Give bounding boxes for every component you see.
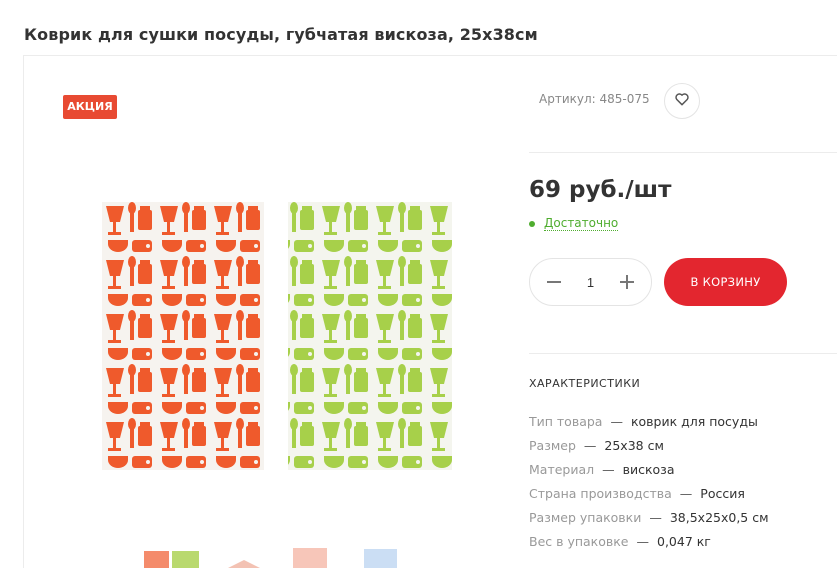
spec-label: Вес в упаковке <box>529 534 629 549</box>
spec-label: Страна производства <box>529 486 672 501</box>
heart-icon <box>674 91 690 111</box>
thumbnail-2[interactable] <box>228 560 260 568</box>
divider-top <box>529 152 837 153</box>
spec-dash: — <box>679 486 693 501</box>
spec-value: 25х38 см <box>604 438 664 453</box>
price: 69 руб./шт <box>529 177 672 203</box>
spec-row: Размер — 25х38 см <box>529 438 829 462</box>
add-to-cart-button[interactable]: В КОРЗИНУ <box>664 258 787 306</box>
page-title: Коврик для сушки посуды, губчатая вискоз… <box>24 25 538 44</box>
spec-label: Размер упаковки <box>529 510 642 525</box>
minus-icon[interactable] <box>547 275 561 289</box>
spec-value: коврик для посуды <box>630 414 758 429</box>
spec-value: 0,047 кг <box>657 534 711 549</box>
quantity-input[interactable] <box>578 274 603 290</box>
stock-link[interactable]: Достаточно <box>544 217 619 231</box>
spec-label: Тип товара <box>529 414 603 429</box>
spec-label: Материал <box>529 462 595 477</box>
product-photo <box>102 202 452 470</box>
thumbnail-strip <box>140 548 410 568</box>
spec-row: Размер упаковки — 38,5х25х0,5 см <box>529 510 829 534</box>
spec-value: Россия <box>700 486 745 501</box>
specs-title: ХАРАКТЕРИСТИКИ <box>529 377 641 390</box>
spec-row: Тип товара — коврик для посуды <box>529 414 829 438</box>
spec-row: Материал — вискоза <box>529 462 829 486</box>
thumbnail-4[interactable] <box>364 549 397 568</box>
promo-badge: АКЦИЯ <box>63 95 117 119</box>
stock-dot-icon <box>529 221 535 227</box>
thumbnail-1[interactable] <box>144 551 199 568</box>
spec-dash: — <box>649 510 662 525</box>
plus-icon[interactable] <box>620 275 634 289</box>
spec-value: 38,5х25х0,5 см <box>669 510 769 525</box>
spec-dash: — <box>636 534 650 549</box>
thumbnail-3[interactable] <box>293 548 327 568</box>
spec-label: Размер <box>529 438 576 453</box>
spec-dash: — <box>610 414 623 429</box>
green-mat <box>288 202 452 470</box>
divider-middle <box>529 353 837 354</box>
spec-row: Страна производства — Россия <box>529 486 829 510</box>
spec-dash: — <box>583 438 597 453</box>
spec-dash: — <box>602 462 615 477</box>
orange-mat <box>102 202 264 470</box>
spec-value: вискоза <box>622 462 675 477</box>
quantity-stepper <box>529 258 652 306</box>
stock-status: Достаточно <box>529 217 619 231</box>
product-image[interactable] <box>102 202 452 472</box>
article-number: Артикул: 485-075 <box>539 92 650 106</box>
favorite-button[interactable] <box>664 83 700 119</box>
spec-row: Вес в упаковке — 0,047 кг <box>529 534 829 558</box>
specs-list: Тип товара — коврик для посуды Размер — … <box>529 414 829 558</box>
